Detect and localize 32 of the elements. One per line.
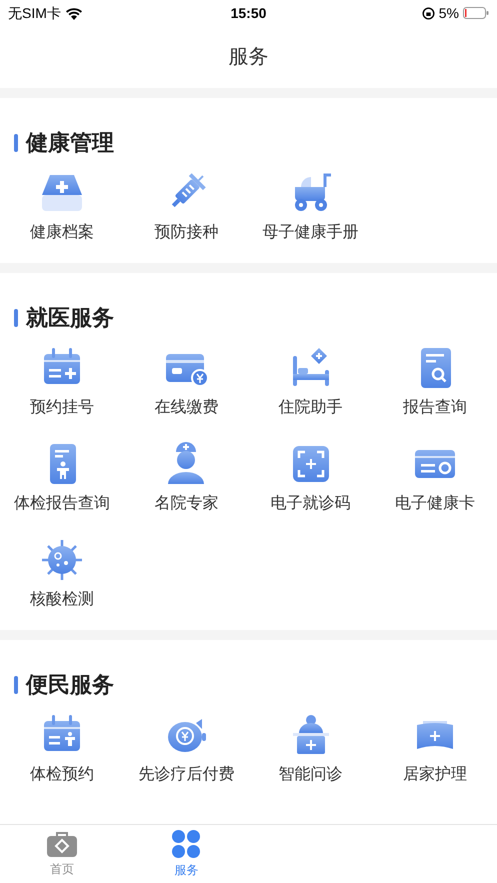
battery-text: 5% <box>438 4 459 22</box>
medical-case-icon <box>46 830 78 858</box>
service-item[interactable]: 核酸检测 <box>0 536 124 612</box>
section-accent-bar <box>14 676 18 694</box>
section-accent-bar <box>14 134 18 152</box>
section-title: 健康管理 <box>26 129 114 157</box>
section-title: 就医服务 <box>26 304 114 332</box>
wifi-icon <box>64 6 83 20</box>
section-title: 便民服务 <box>26 671 114 699</box>
page-title: 服务 <box>228 45 268 70</box>
time-text: 15:50 <box>230 4 266 22</box>
section-accent-bar <box>14 308 18 326</box>
grid-icon <box>171 829 202 859</box>
service-item[interactable]: 智能问诊 <box>248 711 373 787</box>
service-item[interactable]: 体检报告查询 <box>0 440 124 516</box>
service-item[interactable]: 名院专家 <box>124 440 248 516</box>
service-item[interactable]: 电子就诊码 <box>248 440 373 516</box>
service-item[interactable]: 先诊疗后付费 <box>124 711 248 787</box>
service-item[interactable]: 预防接种 <box>124 169 248 245</box>
service-item[interactable]: 体检预约 <box>0 711 124 787</box>
service-item[interactable]: 母子健康手册 <box>248 169 373 245</box>
battery-icon <box>463 7 489 19</box>
service-item[interactable]: 电子健康卡 <box>372 440 497 516</box>
service-item[interactable]: 报告查询 <box>372 344 497 420</box>
service-item[interactable]: 在线缴费 <box>124 344 248 420</box>
service-item[interactable]: 预约挂号 <box>0 344 124 420</box>
rotation-lock-icon <box>422 6 435 20</box>
tab[interactable]: 服务 <box>124 825 248 883</box>
service-item[interactable]: 住院助手 <box>248 344 373 420</box>
service-item[interactable]: 居家护理 <box>372 711 497 787</box>
service-item[interactable]: 健康档案 <box>0 169 124 245</box>
carrier-text: 无SIM卡 <box>8 4 61 22</box>
